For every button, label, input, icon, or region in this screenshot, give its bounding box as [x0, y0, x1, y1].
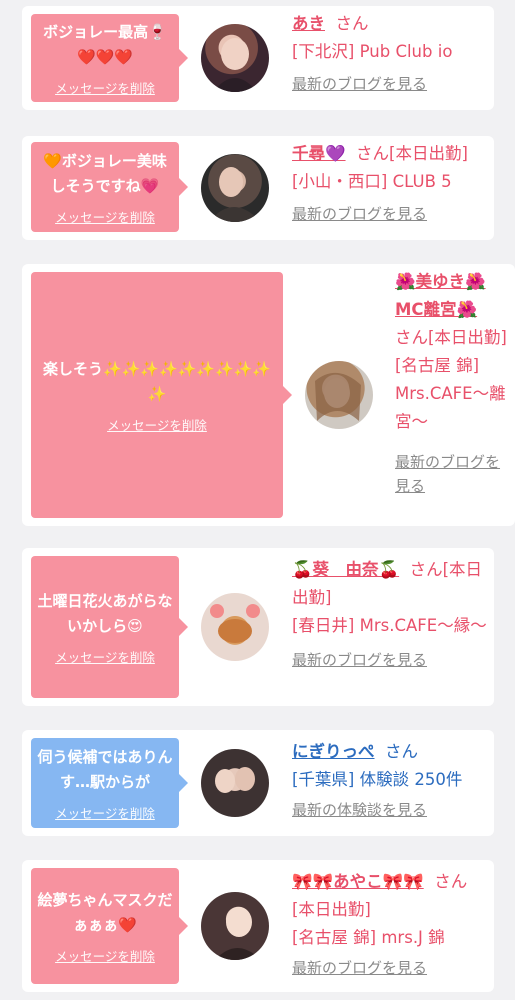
message-bubble: ボジョレー最高🍷❤️❤️❤️ メッセージを削除 — [31, 14, 188, 102]
profile-info: にぎりっぺ さん [千葉県] 体験談 250件 最新の体験談を見る — [292, 738, 488, 822]
cast-name-link[interactable]: 🍒葵 由奈🍒 — [292, 560, 399, 579]
avatar[interactable] — [201, 154, 269, 222]
cast-name-link[interactable]: にぎりっぺ — [292, 742, 375, 761]
shop-label: [千葉県] 体験談 250件 — [292, 770, 463, 789]
message-bubble: 楽しそう✨✨✨✨✨✨✨✨✨✨ メッセージを削除 — [31, 272, 292, 518]
latest-blog-link[interactable]: 最新のブログを見る — [292, 72, 488, 96]
profile-info: 🌺美ゆき🌺MC離宮🌺 さん[本日出勤] [名古屋 錦] Mrs.CAFE〜離宮〜… — [395, 268, 513, 498]
delete-message-link[interactable]: メッセージを削除 — [55, 946, 155, 965]
latest-blog-link[interactable]: 最新のブログを見る — [292, 648, 488, 672]
shop-label: [春日井] Mrs.CAFE〜縁〜 — [292, 616, 487, 635]
avatar-photo-icon — [215, 767, 255, 793]
cast-name-link[interactable]: 🌺美ゆき🌺MC離宮🌺 — [395, 268, 513, 324]
message-text: 🧡ボジョレー美味しそうですね💗 — [43, 151, 167, 195]
honorific: さん[本日出勤] — [356, 144, 468, 163]
delete-message-link[interactable]: メッセージを削除 — [55, 647, 155, 666]
shop-label: [名古屋 錦] mrs.J 錦 — [292, 928, 445, 947]
honorific: さん[本日出勤] — [395, 328, 507, 347]
message-card: 土曜日花火あがらないかしら😍 メッセージを削除 🍒葵 由奈🍒 さん[本日出勤] … — [22, 548, 494, 706]
message-card: 絵夢ちゃんマスクだぁぁぁ❤️ メッセージを削除 🎀🎀あやこ🎀🎀 さん[本日出勤]… — [22, 860, 494, 992]
shop-label: [小山・西口] CLUB 5 — [292, 172, 452, 191]
message-text: 伺う候補ではありんす…駅からが — [37, 747, 173, 791]
avatar[interactable] — [201, 749, 269, 817]
avatar[interactable] — [201, 593, 269, 661]
avatar-photo-icon — [209, 167, 261, 222]
avatar-photo-icon — [315, 372, 361, 421]
shop-label: [名古屋 錦] Mrs.CAFE〜離宮〜 — [395, 356, 506, 431]
message-bubble: 土曜日花火あがらないかしら😍 メッセージを削除 — [31, 556, 188, 698]
latest-blog-link[interactable]: 最新のブログを見る — [292, 956, 488, 980]
profile-info: あき さん [下北沢] Pub Club io 最新のブログを見る — [292, 10, 488, 96]
delete-message-link[interactable]: メッセージを削除 — [55, 803, 155, 822]
avatar-photo-icon — [213, 38, 257, 92]
message-card: 楽しそう✨✨✨✨✨✨✨✨✨✨ メッセージを削除 🌺美ゆき🌺MC離宮🌺 さん[本日… — [22, 264, 515, 526]
latest-blog-link[interactable]: 最新のブログを見る — [395, 450, 513, 498]
message-text: 楽しそう✨✨✨✨✨✨✨✨✨✨ — [42, 359, 272, 403]
message-card: ボジョレー最高🍷❤️❤️❤️ メッセージを削除 あき さん [下北沢] Pub … — [22, 6, 494, 110]
message-bubble: 伺う候補ではありんす…駅からが メッセージを削除 — [31, 738, 188, 828]
message-card: 伺う候補ではありんす…駅からが メッセージを削除 にぎりっぺ さん [千葉県] … — [22, 730, 494, 836]
message-text: 土曜日花火あがらないかしら😍 — [37, 591, 173, 635]
avatar[interactable] — [201, 892, 269, 960]
message-text: 絵夢ちゃんマスクだぁぁぁ❤️ — [37, 890, 173, 934]
honorific: さん — [335, 14, 369, 33]
cast-name-link[interactable]: 🎀🎀あやこ🎀🎀 — [292, 872, 424, 891]
profile-info: 🎀🎀あやこ🎀🎀 さん[本日出勤] [名古屋 錦] mrs.J 錦 最新のブログを… — [292, 868, 488, 980]
avatar[interactable] — [305, 361, 373, 429]
avatar-photo-icon — [210, 604, 260, 643]
profile-info: 🍒葵 由奈🍒 さん[本日出勤] [春日井] Mrs.CAFE〜縁〜 最新のブログ… — [292, 556, 488, 672]
avatar-photo-icon — [215, 907, 261, 960]
cast-name-link[interactable]: あき — [292, 14, 325, 33]
avatar[interactable] — [201, 24, 269, 92]
message-text: ボジョレー最高🍷❤️❤️❤️ — [43, 22, 167, 66]
profile-info: 千尋💜 さん[本日出勤] [小山・西口] CLUB 5 最新のブログを見る — [292, 140, 492, 226]
shop-label: [下北沢] Pub Club io — [292, 42, 453, 61]
honorific: さん — [385, 742, 418, 761]
cast-name-link[interactable]: 千尋💜 — [292, 144, 346, 163]
message-bubble: 絵夢ちゃんマスクだぁぁぁ❤️ メッセージを削除 — [31, 868, 188, 984]
delete-message-link[interactable]: メッセージを削除 — [55, 207, 155, 226]
latest-experience-link[interactable]: 最新の体験談を見る — [292, 798, 488, 822]
message-bubble: 🧡ボジョレー美味しそうですね💗 メッセージを削除 — [31, 142, 188, 232]
delete-message-link[interactable]: メッセージを削除 — [107, 415, 207, 434]
latest-blog-link[interactable]: 最新のブログを見る — [292, 202, 492, 226]
message-card: 🧡ボジョレー美味しそうですね💗 メッセージを削除 千尋💜 さん[本日出勤] [小… — [22, 136, 494, 240]
delete-message-link[interactable]: メッセージを削除 — [55, 78, 155, 97]
